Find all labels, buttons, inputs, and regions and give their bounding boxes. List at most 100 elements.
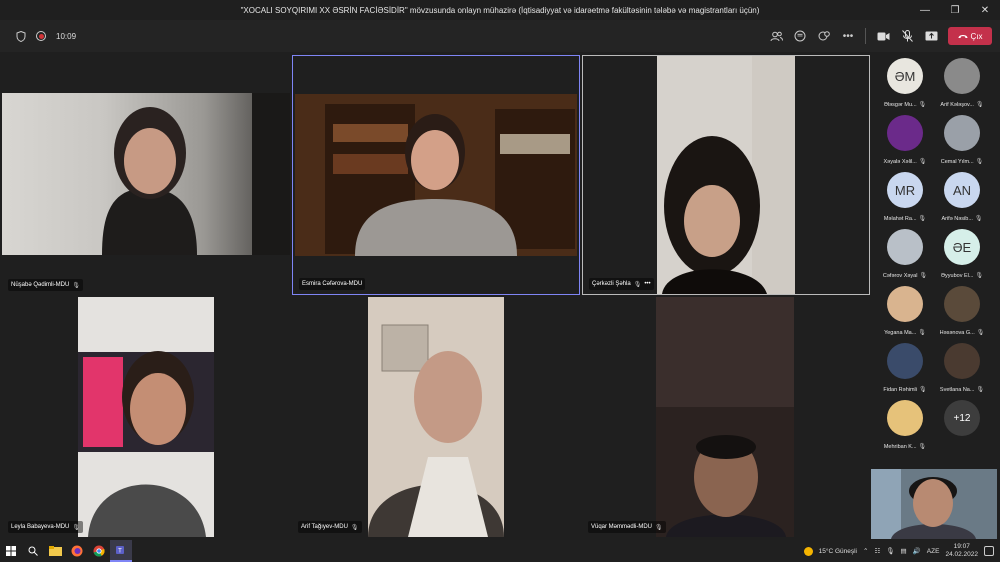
video-tile[interactable]: Vüqar Məmmədli-MDU 🎙 [582, 297, 870, 537]
shield-icon[interactable] [14, 29, 28, 43]
avatar: ƏE [944, 229, 980, 265]
minimize-icon[interactable]: — [910, 0, 940, 20]
roster-participant-name: Həsənova G... [939, 329, 975, 336]
more-options-icon[interactable]: ••• [644, 281, 650, 287]
mic-muted-icon: 🎙 [975, 159, 984, 165]
mic-muted-icon: 🎙 [350, 524, 359, 531]
roster-participant[interactable]: ƏM Ələsgər Mu... 🎙 [875, 58, 935, 114]
weather-icon[interactable] [803, 546, 813, 556]
phone-hangup-icon [958, 34, 967, 38]
roster-participant-name-row: Svetlana Na... 🎙 [932, 386, 992, 394]
roster-participant-name: Xəyalə Xəlil... [883, 158, 917, 165]
avatar [887, 229, 923, 265]
window-titlebar: "XOCALI SOYQIRIMI XX ƏSRİN FACİƏSİDİR" m… [0, 0, 1000, 20]
mic-muted-icon: 🎙 [72, 524, 80, 531]
mic-muted-icon: 🎙 [976, 387, 985, 393]
windows-taskbar: T 15°C Güneşli ⌃ ☷ 🎙 ▤ 🔊 AZE 19:07 24.02… [0, 540, 1000, 562]
roster-participant-name-row: Əyyubov El... 🎙 [932, 272, 992, 280]
roster-participant[interactable]: MR Məlahət Ra... 🎙 [875, 172, 935, 228]
roster-participant[interactable]: AN Arifə Nəsib... 🎙 [932, 172, 992, 228]
language-indicator[interactable]: AZE [927, 548, 940, 555]
volume-icon[interactable]: 🔊 [913, 547, 921, 555]
participants-icon[interactable] [769, 29, 783, 43]
reactions-icon[interactable] [817, 29, 831, 43]
file-explorer-icon[interactable] [44, 540, 66, 562]
participant-name: Esmira Cəfərova-MDU [302, 281, 363, 287]
mic-muted-icon: 🎙 [655, 524, 663, 531]
roster-participant-name-row: Fidan Rəhimli 🎙 [875, 386, 935, 394]
roster-participant[interactable]: Fidan Rəhimli 🎙 [875, 343, 935, 399]
firefox-icon[interactable] [66, 540, 88, 562]
network-icon[interactable]: ▤ [901, 547, 907, 555]
more-options-icon[interactable]: ••• [841, 29, 855, 43]
microphone-icon[interactable]: 🎙 [886, 547, 894, 555]
video-tile[interactable]: Arif Tağıyev-MDU 🎙 [292, 297, 580, 537]
roster-participant[interactable]: Cəfərov Xəyal 🎙 [875, 229, 935, 285]
mic-muted-icon: 🎙 [976, 330, 985, 336]
self-view-video[interactable] [871, 469, 997, 539]
participant-name: Vüqar Məmmədli-MDU [591, 524, 653, 530]
roster-participant[interactable]: Yegana Ma... 🎙 [875, 286, 935, 342]
mic-muted-icon: 🎙 [918, 102, 927, 108]
search-icon[interactable] [22, 540, 44, 562]
toolbar-divider [865, 28, 866, 44]
windows-start-icon[interactable] [0, 540, 22, 562]
avatar: MR [887, 172, 923, 208]
roster-participant-name-row: Xəyalə Xəlil... 🎙 [875, 158, 935, 166]
share-screen-icon[interactable] [924, 29, 938, 43]
mic-muted-icon[interactable] [900, 29, 914, 43]
roster-participant-name: Cəfərov Xəyal [882, 272, 918, 279]
camera-icon[interactable] [876, 29, 890, 43]
roster-participant-name-row: Məlahət Ra... 🎙 [875, 215, 935, 223]
video-tile[interactable]: Leyla Babayeva-MDU 🎙 [2, 297, 290, 537]
leave-button[interactable]: Çıx [948, 27, 992, 45]
avatar [944, 115, 980, 151]
mic-muted-icon: 🎙 [918, 216, 927, 222]
participant-video [657, 56, 795, 294]
window-controls: — ❐ ✕ [910, 0, 1000, 20]
participant-video [368, 297, 504, 537]
roster-participant-name-row: Mehriban K... 🎙 [875, 443, 935, 451]
roster-participant[interactable]: Arif Kələşov... 🎙 [932, 58, 992, 114]
video-tile[interactable]: Nüşabə Qədimli-MDU 🎙 [2, 55, 290, 295]
video-tile-active-speaker[interactable]: Esmira Cəfərova-MDU [292, 55, 580, 295]
chrome-icon[interactable] [88, 540, 110, 562]
meeting-toolbar: 10:09 ••• Çıx [0, 20, 1000, 52]
participant-name-label: Esmira Cəfərova-MDU [299, 278, 366, 290]
roster-participant[interactable]: Xəyalə Xəlil... 🎙 [875, 115, 935, 171]
roster-participant-name-row: Cəfərov Xəyal 🎙 [875, 272, 935, 280]
teams-icon[interactable]: T [110, 540, 132, 562]
close-icon[interactable]: ✕ [970, 0, 1000, 20]
roster-participant[interactable]: Həsənova G... 🎙 [932, 286, 992, 342]
roster-participant[interactable]: +12 [932, 400, 992, 456]
mic-muted-icon: 🎙 [974, 216, 983, 222]
video-tile[interactable]: Çərkəzli Şəhla 🎙 ••• [582, 55, 870, 295]
avatar [887, 343, 923, 379]
participant-video [295, 94, 577, 256]
mic-muted-icon: 🎙 [72, 282, 80, 289]
roster-participant[interactable]: Cemal Yılm... 🎙 [932, 115, 992, 171]
clock-date: 24.02.2022 [945, 551, 978, 558]
roster-participant-name: Ələsgər Mu... [883, 101, 917, 108]
avatar: +12 [944, 400, 980, 436]
tray-app-icon[interactable]: ☷ [874, 547, 880, 555]
clock[interactable]: 19:07 24.02.2022 [945, 543, 978, 559]
roster-participant[interactable]: Svetlana Na... 🎙 [932, 343, 992, 399]
chat-icon[interactable] [793, 29, 807, 43]
chevron-up-icon[interactable]: ⌃ [863, 547, 868, 555]
roster-participant[interactable]: ƏE Əyyubov El... 🎙 [932, 229, 992, 285]
roster-participant-name-row: Cemal Yılm... 🎙 [932, 158, 992, 166]
avatar [944, 58, 980, 94]
notifications-icon[interactable] [984, 546, 994, 556]
avatar [944, 286, 980, 322]
roster-participant-name-row: Ələsgər Mu... 🎙 [875, 101, 935, 109]
roster-participant[interactable]: Mehriban K... 🎙 [875, 400, 935, 456]
roster-participant-name: Arif Kələşov... [940, 101, 974, 108]
restore-icon[interactable]: ❐ [940, 0, 970, 20]
participant-name-label: Nüşabə Qədimli-MDU 🎙 [8, 279, 83, 291]
participant-name-label: Vüqar Məmmədli-MDU 🎙 [588, 521, 666, 533]
roster-participant-name: Svetlana Na... [939, 386, 975, 393]
participant-name: Nüşabə Qədimli-MDU [11, 282, 70, 288]
weather-text[interactable]: 15°C Güneşli [819, 548, 857, 555]
mic-muted-icon: 🎙 [633, 281, 642, 288]
